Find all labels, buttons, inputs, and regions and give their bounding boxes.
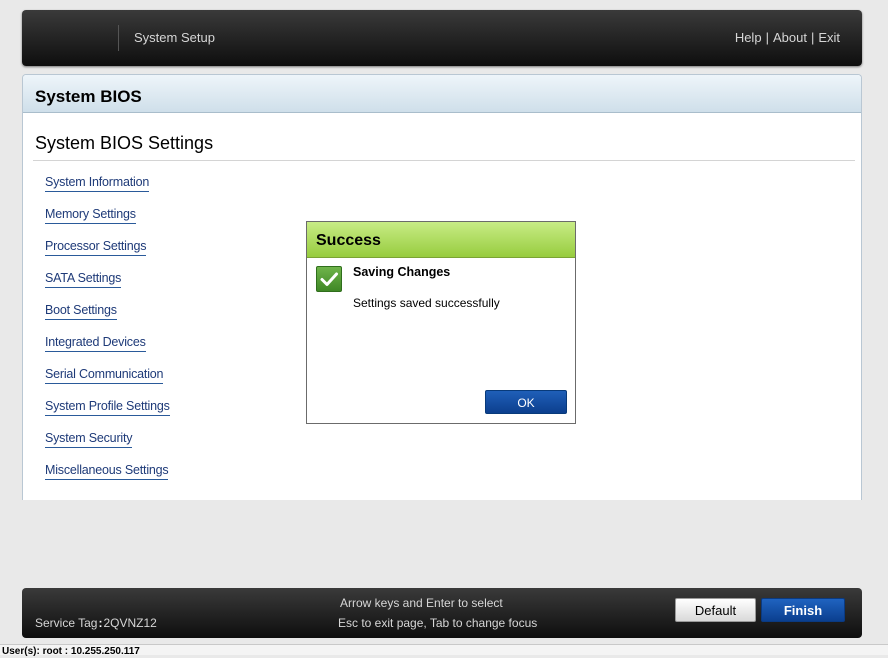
link-separator: | (765, 30, 769, 45)
dialog-heading: Saving Changes (353, 265, 451, 279)
service-tag-value: 2QVNZ12 (103, 616, 157, 630)
panel-title: System BIOS (23, 75, 861, 113)
default-button[interactable]: Default (675, 598, 756, 622)
menu-item-system-information: System Information (45, 175, 170, 207)
menu-link[interactable]: System Profile Settings (45, 399, 170, 416)
dialog-title: Success (307, 222, 575, 258)
menu-link[interactable]: Miscellaneous Settings (45, 463, 169, 480)
about-link[interactable]: About (773, 30, 807, 45)
link-separator: | (810, 30, 815, 45)
finish-button[interactable]: Finish (761, 598, 845, 622)
header-divider (118, 25, 119, 51)
menu-item-serial-communication: Serial Communication (45, 367, 170, 399)
checkmark-icon (316, 266, 342, 292)
session-user-info: User(s): root : 10.255.250.117 (2, 646, 140, 657)
bottom-bar: Service Tag:2QVNZ12 Arrow keys and Enter… (22, 588, 862, 638)
menu-item-system-profile-settings: System Profile Settings (45, 399, 170, 431)
menu-link[interactable]: Memory Settings (45, 207, 136, 224)
menu-item-integrated-devices: Integrated Devices (45, 335, 170, 367)
menu-link[interactable]: Boot Settings (45, 303, 117, 320)
menu-item-sata-settings: SATA Settings (45, 271, 170, 303)
menu-link[interactable]: SATA Settings (45, 271, 121, 288)
navigation-hint: Arrow keys and Enter to select (340, 596, 503, 610)
menu-item-memory-settings: Memory Settings (45, 207, 170, 239)
top-bar: System Setup Help | About | Exit (22, 10, 862, 66)
menu-link[interactable]: System Information (45, 175, 149, 192)
success-dialog: Success Saving Changes Settings saved su… (306, 221, 576, 424)
checkmark-icon-glyph (320, 272, 338, 286)
ok-button[interactable]: OK (485, 390, 567, 414)
menu-item-system-security: System Security (45, 431, 170, 463)
dialog-message: Settings saved successfully (353, 296, 500, 310)
menu-link[interactable]: Serial Communication (45, 367, 163, 384)
app-title: System Setup (134, 30, 215, 45)
title-divider (33, 160, 855, 161)
header-links: Help | About | Exit (735, 30, 840, 45)
service-tag: Service Tag:2QVNZ12 (35, 616, 157, 630)
settings-menu: System Information Memory Settings Proce… (45, 175, 170, 495)
menu-item-boot-settings: Boot Settings (45, 303, 170, 335)
menu-item-miscellaneous-settings: Miscellaneous Settings (45, 463, 170, 495)
exit-link[interactable]: Exit (818, 30, 840, 45)
page-title: System BIOS Settings (35, 133, 214, 153)
menu-link[interactable]: Processor Settings (45, 239, 147, 256)
service-tag-label: Service Tag (35, 616, 98, 630)
menu-link[interactable]: System Security (45, 431, 133, 448)
help-link[interactable]: Help (735, 30, 762, 45)
status-bar: User(s): root : 10.255.250.117 (0, 644, 888, 657)
menu-item-processor-settings: Processor Settings (45, 239, 170, 271)
focus-hint: Esc to exit page, Tab to change focus (338, 616, 538, 630)
menu-link[interactable]: Integrated Devices (45, 335, 146, 352)
